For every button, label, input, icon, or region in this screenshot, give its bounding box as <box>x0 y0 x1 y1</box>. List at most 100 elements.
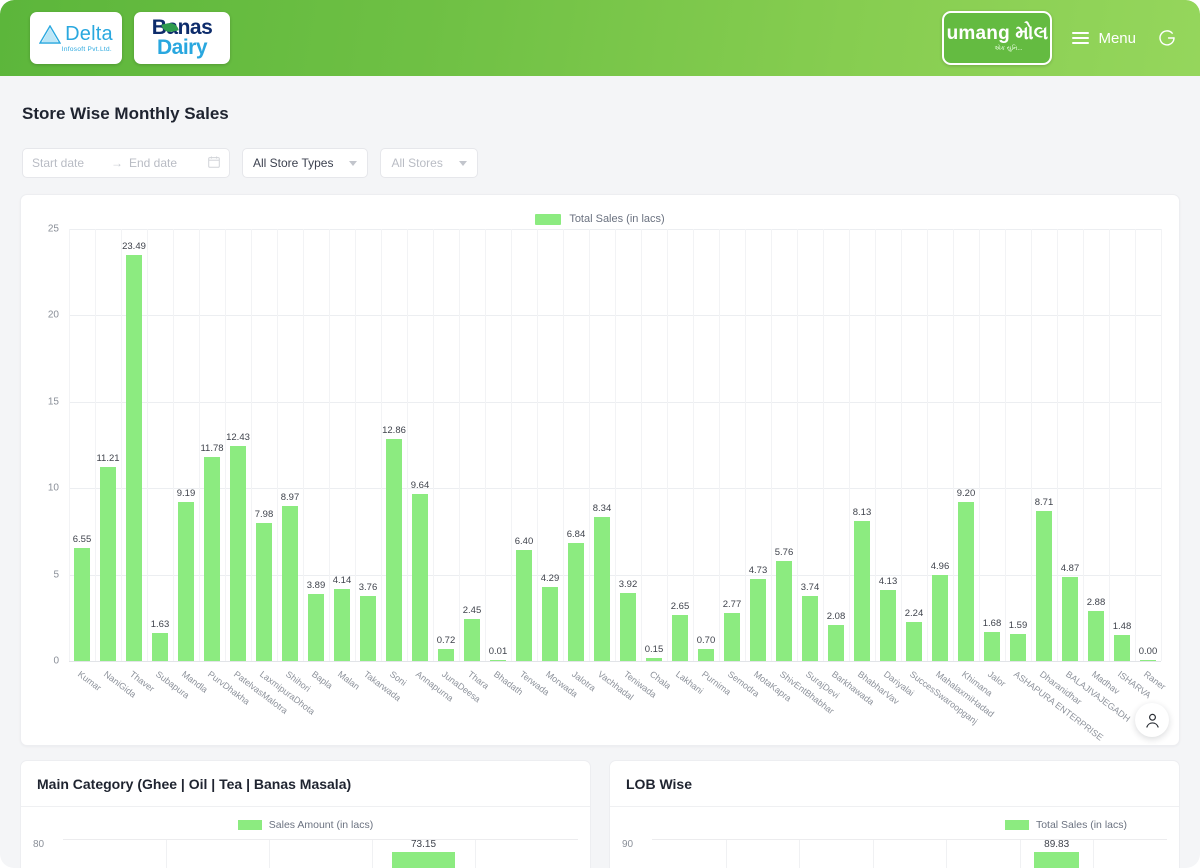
bar[interactable] <box>412 494 429 661</box>
bar[interactable] <box>1088 611 1105 661</box>
lob-wise-legend[interactable]: Total Sales (in lacs) <box>622 817 1167 833</box>
bar-group[interactable]: 0.01 <box>485 229 511 661</box>
bar-group[interactable] <box>1093 839 1167 868</box>
bar[interactable] <box>880 590 897 661</box>
bar[interactable] <box>698 649 715 661</box>
bar[interactable] <box>1036 511 1053 662</box>
bar[interactable] <box>776 561 793 661</box>
bar[interactable] <box>672 615 689 661</box>
bar-group[interactable]: 0.15 <box>641 229 667 661</box>
bar-group[interactable]: 2.88 <box>1083 229 1109 661</box>
bar[interactable] <box>74 548 91 661</box>
bar-group[interactable] <box>946 839 1020 868</box>
bar[interactable] <box>542 587 559 661</box>
bar-group[interactable]: 23.49 <box>121 229 147 661</box>
bar-group[interactable]: 12.86 <box>381 229 407 661</box>
bar[interactable] <box>802 596 819 661</box>
bar[interactable] <box>308 594 325 661</box>
bar-group[interactable]: 3.89 <box>303 229 329 661</box>
menu-button[interactable]: Menu <box>1072 30 1136 47</box>
bar[interactable] <box>256 523 273 661</box>
bar-group[interactable]: 3.76 <box>355 229 381 661</box>
bar[interactable] <box>100 467 117 661</box>
bar-group[interactable]: 6.84 <box>563 229 589 661</box>
bar-group[interactable]: 4.29 <box>537 229 563 661</box>
bar[interactable] <box>282 506 299 661</box>
bar[interactable] <box>906 622 923 661</box>
bar-group[interactable]: 73.15 <box>372 839 475 868</box>
bar[interactable] <box>594 517 611 661</box>
stores-select[interactable]: All Stores <box>380 148 477 178</box>
bar-group[interactable]: 2.77 <box>719 229 745 661</box>
bar-group[interactable]: 8.34 <box>589 229 615 661</box>
bar-group[interactable]: 11.78 <box>199 229 225 661</box>
main-category-legend[interactable]: Sales Amount (in lacs) <box>33 817 578 833</box>
logout-button[interactable] <box>1156 27 1178 49</box>
bar-group[interactable]: 0.70 <box>693 229 719 661</box>
bar-group[interactable] <box>63 839 166 868</box>
bar[interactable] <box>620 593 637 661</box>
bar[interactable] <box>958 502 975 661</box>
user-avatar-button[interactable] <box>1135 703 1169 737</box>
bar[interactable] <box>230 446 247 661</box>
bar[interactable] <box>152 633 169 661</box>
bar-group[interactable]: 7.98 <box>251 229 277 661</box>
bar[interactable] <box>984 632 1001 661</box>
bar[interactable] <box>464 619 481 661</box>
date-range-picker[interactable]: Start date → End date <box>22 148 230 178</box>
bar-group[interactable]: 4.87 <box>1057 229 1083 661</box>
end-date-input[interactable]: End date <box>129 156 202 170</box>
bar-group[interactable]: 12.43 <box>225 229 251 661</box>
bar[interactable] <box>516 550 533 661</box>
bar-group[interactable] <box>873 839 947 868</box>
bar-group[interactable]: 6.55 <box>69 229 95 661</box>
store-type-select[interactable]: All Store Types <box>242 148 368 178</box>
bar-group[interactable]: 1.59 <box>1005 229 1031 661</box>
bar[interactable] <box>1140 660 1157 661</box>
bar-group[interactable]: 1.68 <box>979 229 1005 661</box>
bar[interactable] <box>1114 635 1131 661</box>
bar[interactable] <box>204 457 221 661</box>
bar-group[interactable]: 4.13 <box>875 229 901 661</box>
bar[interactable] <box>360 596 377 661</box>
bar-group[interactable]: 4.73 <box>745 229 771 661</box>
bar[interactable] <box>334 589 351 661</box>
bar[interactable] <box>490 660 507 661</box>
bar-group[interactable]: 9.19 <box>173 229 199 661</box>
bar-group[interactable]: 2.24 <box>901 229 927 661</box>
chart-legend[interactable]: Total Sales (in lacs) <box>31 209 1169 229</box>
bar[interactable] <box>438 649 455 661</box>
bar-group[interactable]: 8.13 <box>849 229 875 661</box>
bar[interactable] <box>1034 852 1080 868</box>
bar-group[interactable] <box>726 839 800 868</box>
bar-group[interactable]: 1.48 <box>1109 229 1135 661</box>
start-date-input[interactable]: Start date <box>32 156 105 170</box>
bar-group[interactable]: 9.64 <box>407 229 433 661</box>
bar[interactable] <box>854 521 871 661</box>
bar[interactable] <box>126 255 143 661</box>
bar-group[interactable]: 0.72 <box>433 229 459 661</box>
bar-group[interactable] <box>799 839 873 868</box>
bar-group[interactable]: 1.63 <box>147 229 173 661</box>
bar-group[interactable]: 4.14 <box>329 229 355 661</box>
bar-group[interactable] <box>652 839 726 868</box>
bar-group[interactable]: 3.74 <box>797 229 823 661</box>
bar[interactable] <box>932 575 949 661</box>
bar-group[interactable]: 2.08 <box>823 229 849 661</box>
bar-group[interactable]: 0.00 <box>1135 229 1161 661</box>
bar-group[interactable]: 8.71 <box>1031 229 1057 661</box>
bar-group[interactable]: 3.92 <box>615 229 641 661</box>
bar[interactable] <box>178 502 195 661</box>
bar-group[interactable]: 11.21 <box>95 229 121 661</box>
bar-group[interactable] <box>475 839 578 868</box>
bar-group[interactable]: 9.20 <box>953 229 979 661</box>
bar[interactable] <box>646 658 663 661</box>
bar[interactable] <box>828 625 845 661</box>
bar[interactable] <box>1062 577 1079 661</box>
bar[interactable] <box>386 439 403 661</box>
bar-group[interactable]: 2.45 <box>459 229 485 661</box>
bar[interactable] <box>724 613 741 661</box>
bar-group[interactable]: 89.83 <box>1020 839 1094 868</box>
bar-group[interactable] <box>269 839 372 868</box>
bar-group[interactable]: 4.96 <box>927 229 953 661</box>
